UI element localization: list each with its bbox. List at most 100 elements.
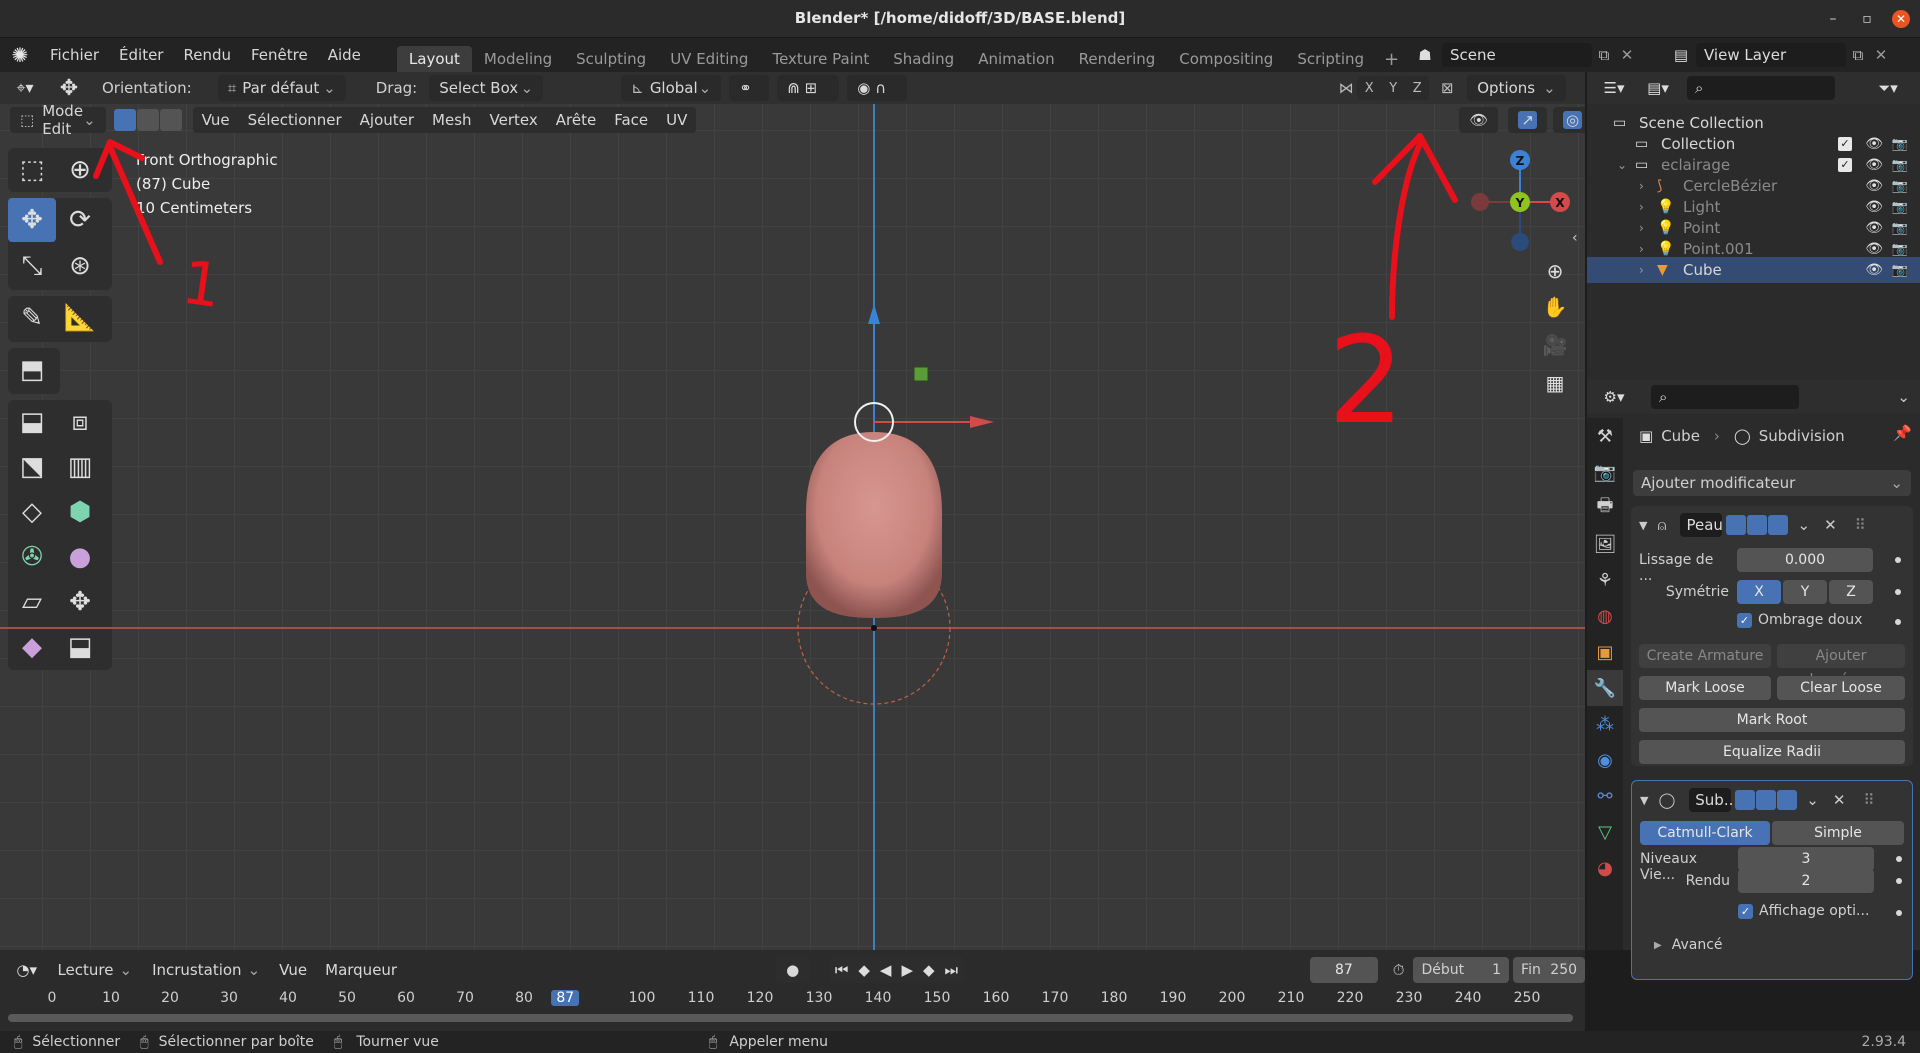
create-armature-button[interactable]: Create Armature: [1639, 644, 1771, 668]
expand-icon[interactable]: ›: [1639, 263, 1644, 277]
skin-modifier-name[interactable]: Peau: [1680, 513, 1723, 537]
view-layer-icon[interactable]: ▤: [1666, 46, 1696, 64]
expand-icon[interactable]: ›: [1639, 200, 1644, 214]
visibility-eye-icon[interactable]: 👁: [1865, 220, 1883, 236]
render-toggle-icon[interactable]: [1768, 515, 1789, 535]
render-camera-icon[interactable]: 📷: [1892, 137, 1908, 152]
simple-toggle[interactable]: Simple: [1772, 821, 1904, 845]
tab-scripting[interactable]: Scripting: [1285, 46, 1376, 72]
render-levels-field[interactable]: 2: [1738, 869, 1874, 893]
catmull-clark-toggle[interactable]: Catmull-Clark: [1640, 821, 1770, 845]
current-frame-indicator[interactable]: 87: [551, 990, 580, 1006]
render-camera-icon[interactable]: 📷: [1892, 221, 1908, 236]
viewport-toggle-icon[interactable]: [1747, 515, 1768, 535]
chevron-down-icon[interactable]: ⌄: [1897, 388, 1910, 406]
display-mode-icon[interactable]: ▤▾: [1639, 79, 1677, 97]
render-camera-icon[interactable]: 📷: [1892, 179, 1908, 194]
advanced-subpanel[interactable]: ▶ Avancé: [1654, 937, 1723, 953]
viewport-toggle-icon[interactable]: [1756, 790, 1777, 810]
minimize-icon[interactable]: –: [1824, 10, 1842, 28]
pin-icon[interactable]: 📌: [1893, 424, 1912, 442]
expand-icon[interactable]: ›: [1639, 179, 1644, 193]
subdivision-modifier-name[interactable]: Sub...: [1689, 788, 1738, 812]
tab-sculpting[interactable]: Sculpting: [564, 46, 658, 72]
view-layer-tab-icon[interactable]: 🖼: [1587, 526, 1623, 562]
clear-loose-button[interactable]: Clear Loose: [1777, 676, 1905, 700]
tab-shading[interactable]: Shading: [881, 46, 966, 72]
render-camera-icon[interactable]: 📷: [1892, 158, 1908, 173]
smoothing-field[interactable]: 0.000: [1737, 548, 1873, 572]
scene-tab-icon[interactable]: ⚘: [1587, 562, 1623, 598]
modifier-tab-icon[interactable]: 🔧: [1587, 670, 1623, 706]
keyframe-dot-icon[interactable]: [1896, 856, 1902, 862]
outliner-row[interactable]: › ▼ Cube 👁 📷: [1587, 257, 1920, 283]
render-toggle-icon[interactable]: [1777, 790, 1798, 810]
edit-mode-toggle-icon[interactable]: [1726, 515, 1747, 535]
keyframe-dot-icon[interactable]: [1895, 619, 1901, 625]
filter-icon[interactable]: ⏷▾: [1871, 79, 1905, 97]
properties-editor-icon[interactable]: ⚙▾: [1595, 388, 1633, 406]
render-tab-icon[interactable]: 📷: [1587, 454, 1623, 490]
physics-tab-icon[interactable]: ◉: [1587, 742, 1623, 778]
render-camera-icon[interactable]: 📷: [1892, 242, 1908, 257]
object-tab-icon[interactable]: ▣: [1587, 634, 1623, 670]
symmetry-x-toggle[interactable]: X: [1737, 580, 1781, 604]
new-scene-icon[interactable]: ⧉: [1592, 46, 1616, 64]
mark-root-button[interactable]: Mark Root: [1639, 708, 1905, 732]
levels-viewport-field[interactable]: 3: [1738, 847, 1874, 871]
tab-rendering[interactable]: Rendering: [1067, 46, 1168, 72]
material-tab-icon[interactable]: ◕: [1587, 850, 1623, 886]
expanded-icon[interactable]: ⌄: [1617, 158, 1627, 172]
maximize-icon[interactable]: ▫: [1858, 10, 1876, 28]
tab-modeling[interactable]: Modeling: [472, 46, 564, 72]
tab-uv-editing[interactable]: UV Editing: [658, 46, 760, 72]
tab-layout[interactable]: Layout: [396, 46, 472, 72]
optimal-display-checkbox[interactable]: ✓ Affichage opti...: [1738, 903, 1869, 919]
outliner-search-input[interactable]: ⌕: [1687, 76, 1835, 100]
scene-icon[interactable]: ☗: [1408, 46, 1442, 64]
chevron-down-icon[interactable]: ⌄: [1797, 516, 1810, 534]
visibility-eye-icon[interactable]: 👁: [1865, 262, 1883, 278]
new-view-layer-icon[interactable]: ⧉: [1846, 46, 1870, 64]
timeline-scrollbar[interactable]: [8, 1014, 1573, 1022]
delete-view-layer-icon[interactable]: ✕: [1870, 46, 1892, 64]
scene-name-field[interactable]: Scene: [1442, 43, 1592, 67]
zoom-icon[interactable]: ⊕: [1538, 254, 1572, 288]
menu-window[interactable]: Fenêtre: [241, 46, 318, 64]
visibility-eye-icon[interactable]: 👁: [1865, 199, 1883, 215]
sidebar-toggle-icon[interactable]: ‹: [1572, 230, 1578, 246]
chevron-down-icon[interactable]: ⌄: [1806, 791, 1819, 809]
add-skin-data-button[interactable]: Ajouter données...: [1777, 644, 1905, 688]
symmetry-y-toggle[interactable]: Y: [1783, 580, 1827, 604]
particles-tab-icon[interactable]: ⁂: [1587, 706, 1623, 742]
viewport-canvas[interactable]: Z Y X 1 2: [0, 72, 1585, 950]
visibility-eye-icon[interactable]: 👁: [1865, 136, 1883, 152]
delete-modifier-icon[interactable]: ✕: [1824, 516, 1837, 534]
expand-icon[interactable]: ›: [1639, 221, 1644, 235]
3d-viewport[interactable]: ⌖▾ ✥ Orientation: ⌗ Par défaut ⌄ Drag: S…: [0, 72, 1585, 950]
keyframe-dot-icon[interactable]: [1895, 557, 1901, 563]
expand-icon[interactable]: ›: [1639, 242, 1644, 256]
pan-hand-icon[interactable]: ✋: [1538, 288, 1572, 326]
close-icon[interactable]: ✕: [1892, 10, 1910, 28]
keyframe-dot-icon[interactable]: [1895, 589, 1901, 595]
visibility-eye-icon[interactable]: 👁: [1865, 178, 1883, 194]
properties-search-input[interactable]: ⌕: [1651, 385, 1799, 409]
exclude-checkbox-icon[interactable]: ✓: [1838, 137, 1852, 151]
symmetry-z-toggle[interactable]: Z: [1829, 580, 1873, 604]
visibility-eye-icon[interactable]: 👁: [1865, 241, 1883, 257]
output-tab-icon[interactable]: 🖶: [1587, 490, 1623, 526]
render-camera-icon[interactable]: 📷: [1892, 263, 1908, 278]
scrollbar-thumb[interactable]: [8, 1014, 1573, 1022]
drag-handle-icon[interactable]: ⠿: [1855, 516, 1866, 534]
tab-texture-paint[interactable]: Texture Paint: [760, 46, 881, 72]
mark-loose-button[interactable]: Mark Loose: [1639, 676, 1771, 700]
tab-animation[interactable]: Animation: [966, 46, 1066, 72]
smooth-shading-checkbox[interactable]: ✓ Ombrage doux: [1737, 612, 1862, 628]
menu-help[interactable]: Aide: [318, 46, 371, 64]
collapse-icon[interactable]: ▼: [1639, 519, 1647, 532]
exclude-checkbox-icon[interactable]: ✓: [1838, 158, 1852, 172]
menu-edit[interactable]: Éditer: [109, 46, 173, 64]
menu-render[interactable]: Rendu: [173, 46, 241, 64]
constraints-tab-icon[interactable]: ⚯: [1587, 778, 1623, 814]
